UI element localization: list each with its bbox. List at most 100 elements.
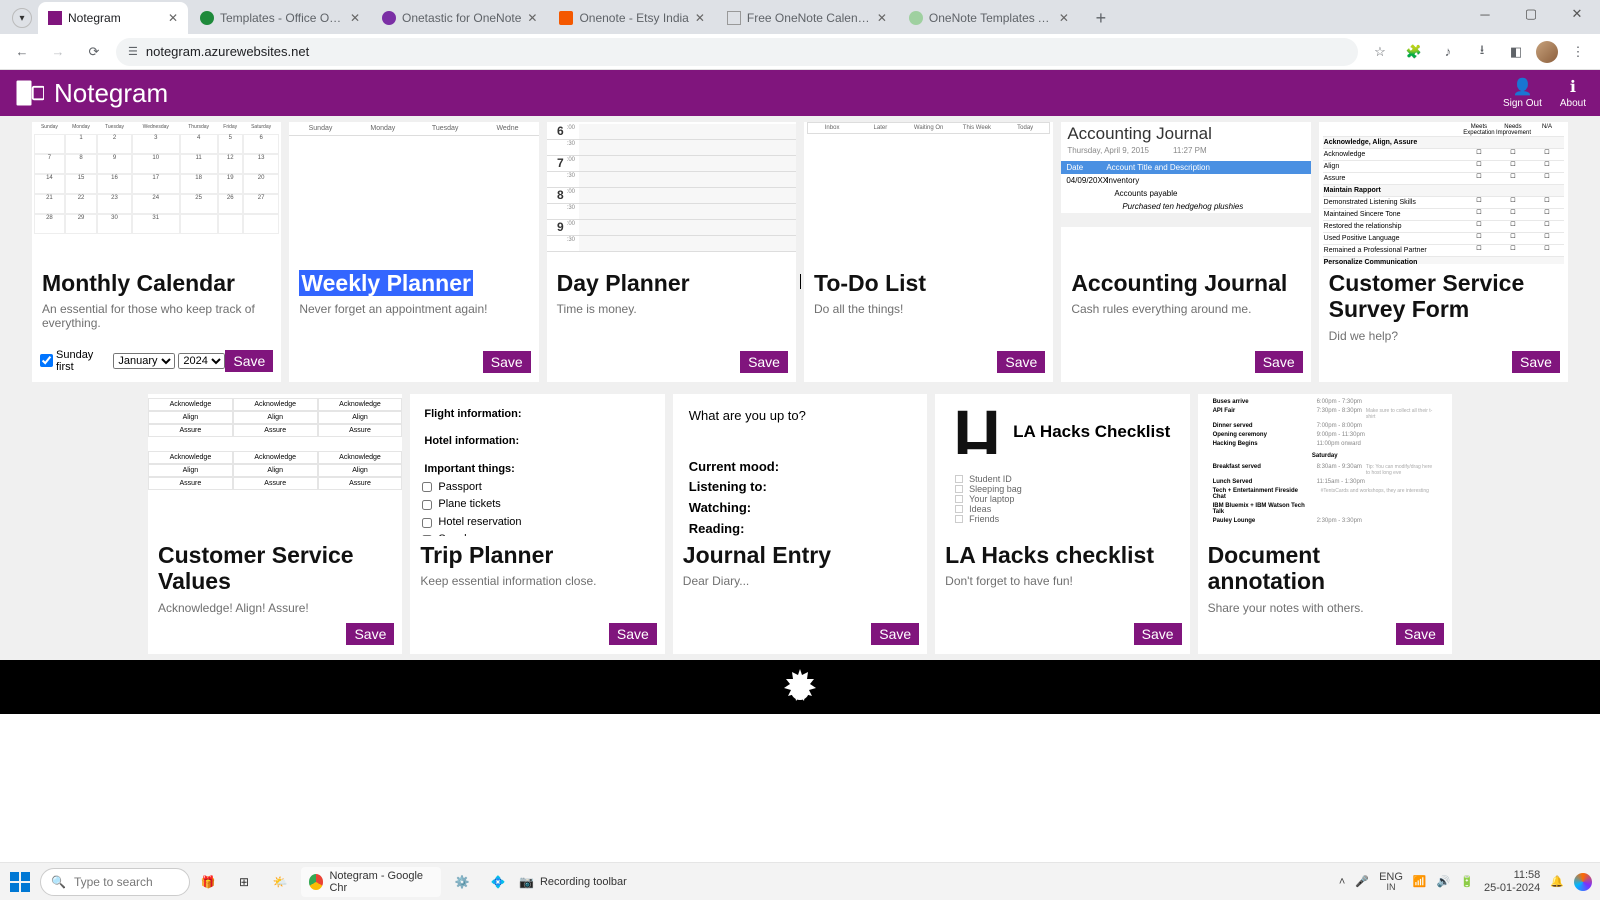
favicon [382, 11, 396, 25]
menu-icon[interactable]: ⋮ [1564, 38, 1592, 66]
month-select[interactable]: January [113, 353, 175, 369]
save-button[interactable]: Save [1255, 351, 1303, 373]
taskbar-app-icon[interactable]: ⚙️ [447, 867, 477, 897]
back-button[interactable]: ← [8, 38, 36, 66]
save-button[interactable]: Save [871, 623, 919, 645]
site-info-icon[interactable]: ☰ [128, 45, 138, 58]
url-text: notegram.azurewebsites.net [146, 44, 309, 59]
card-la-hacks[interactable]: LA Hacks Checklist Student IDSleeping ba… [935, 394, 1189, 654]
url-input[interactable]: ☰ notegram.azurewebsites.net [116, 38, 1358, 66]
panel-icon[interactable]: ◧ [1502, 38, 1530, 66]
new-tab-button[interactable]: + [1087, 4, 1115, 32]
clock[interactable]: 11:58 25-01-2024 [1484, 869, 1540, 893]
about-button[interactable]: ℹ About [1560, 77, 1586, 109]
tab-templates[interactable]: Templates - Office OneNote G ✕ [190, 2, 370, 34]
save-button[interactable]: Save [1396, 623, 1444, 645]
card-trip-planner[interactable]: Flight information: Hotel information: I… [410, 394, 664, 654]
card-title: Document annotation [1208, 542, 1442, 595]
minimize-button[interactable]: ─ [1462, 0, 1508, 28]
close-icon[interactable]: ✕ [1059, 11, 1069, 25]
preview: Sunday Monday Tuesday Wedne [289, 122, 538, 264]
tab-search-icon[interactable]: ▾ [12, 8, 32, 28]
card-description: Acknowledge! Align! Assure! [158, 601, 392, 615]
year-select[interactable]: 2024 [178, 353, 225, 369]
battery-icon[interactable]: 🔋 [1460, 875, 1474, 888]
card-description: Time is money. [557, 302, 786, 316]
preview: Meets ExpectationNeeds ImprovementN/A Ac… [1319, 122, 1568, 264]
save-button[interactable]: Save [740, 351, 788, 373]
close-icon[interactable]: ✕ [168, 11, 178, 25]
recording-toolbar[interactable]: 📷 Recording toolbar [519, 867, 649, 897]
mic-icon[interactable]: 🎤 [1355, 875, 1369, 888]
maximize-button[interactable]: ▢ [1508, 0, 1554, 28]
reload-button[interactable]: ⟳ [80, 38, 108, 66]
card-todo-list[interactable]: InboxLaterWaiting OnThis WeekToday To-Do… [804, 122, 1053, 382]
card-accounting-journal[interactable]: Accounting Journal Thursday, April 9, 20… [1061, 122, 1310, 382]
close-button[interactable]: ✕ [1554, 0, 1600, 28]
close-icon[interactable]: ✕ [350, 11, 360, 25]
save-button[interactable]: Save [346, 623, 394, 645]
sign-out-button[interactable]: 👤 Sign Out [1503, 77, 1542, 109]
chevron-up-icon[interactable]: ˄ [1339, 876, 1345, 888]
save-button[interactable]: Save [997, 351, 1045, 373]
extensions-icon[interactable]: 🧩 [1400, 38, 1428, 66]
card-title: Journal Entry [683, 542, 917, 568]
save-button[interactable]: Save [225, 350, 273, 372]
card-description: Don't forget to have fun! [945, 574, 1179, 588]
tab-notegram[interactable]: Notegram ✕ [38, 2, 188, 34]
volume-icon[interactable]: 🔊 [1437, 875, 1451, 888]
wifi-icon[interactable]: 📶 [1413, 875, 1427, 888]
favicon [200, 11, 214, 25]
profile-avatar[interactable] [1536, 41, 1558, 63]
card-title: Day Planner [557, 270, 786, 296]
start-button[interactable] [8, 870, 32, 894]
card-title: Monthly Calendar [42, 270, 271, 296]
tab-freecal[interactable]: Free OneNote Calendar Temp ✕ [717, 2, 897, 34]
tab-onetastic[interactable]: Onetastic for OneNote ✕ [372, 2, 547, 34]
card-title: Weekly Planner [299, 270, 473, 296]
card-day-planner[interactable]: 6:00 :30 7:00 :30 8:00 :30 9:00 :30 Day … [547, 122, 796, 382]
card-monthly-calendar[interactable]: SundayMondayTuesdayWednesdayThursdayFrid… [32, 122, 281, 382]
la-hacks-logo-icon [953, 406, 1001, 458]
downloads-icon[interactable]: ⭳ [1468, 38, 1496, 66]
taskbar-app-icon[interactable]: 💠 [483, 867, 513, 897]
card-description: An essential for those who keep track of… [42, 302, 271, 330]
bookmark-icon[interactable]: ☆ [1366, 38, 1394, 66]
save-button[interactable]: Save [483, 351, 531, 373]
tab-archives[interactable]: OneNote Templates Archives ✕ [899, 2, 1079, 34]
card-weekly-planner[interactable]: Sunday Monday Tuesday Wedne Weekly Plann… [289, 122, 538, 382]
address-bar: ← → ⟳ ☰ notegram.azurewebsites.net ☆ 🧩 ♪… [0, 34, 1600, 70]
close-icon[interactable]: ✕ [527, 11, 537, 25]
close-icon[interactable]: ✕ [877, 11, 887, 25]
tab-etsy[interactable]: Onenote - Etsy India ✕ [549, 2, 714, 34]
browser-tab-bar: ▾ Notegram ✕ Templates - Office OneNote … [0, 0, 1600, 34]
preview: InboxLaterWaiting OnThis WeekToday [804, 122, 1053, 264]
card-title: Trip Planner [420, 542, 654, 568]
taskbar-search-input[interactable]: 🔍 Type to search [40, 868, 190, 896]
signout-icon: 👤 [1512, 77, 1532, 97]
copilot-icon[interactable] [1574, 873, 1592, 891]
card-title: LA Hacks checklist [945, 542, 1179, 568]
media-icon[interactable]: ♪ [1434, 38, 1462, 66]
preview: 6:00 :30 7:00 :30 8:00 :30 9:00 :30 [547, 122, 796, 264]
notification-icon[interactable]: 🔔 [1550, 875, 1564, 888]
forward-button[interactable]: → [44, 38, 72, 66]
save-button[interactable]: Save [1134, 623, 1182, 645]
preview: Flight information: Hotel information: I… [410, 394, 664, 536]
sunday-first-checkbox[interactable] [40, 354, 53, 367]
close-icon[interactable]: ✕ [695, 11, 705, 25]
card-doc-annotation[interactable]: Buses arrive6:00pm - 7:30pmAPI Fair7:30p… [1198, 394, 1452, 654]
card-description: Did we help? [1329, 329, 1558, 343]
chrome-app-icon[interactable]: Notegram - Google Chr [301, 867, 441, 897]
task-view-icon[interactable]: ⊞ [229, 867, 259, 897]
card-cs-values[interactable]: AcknowledgeAlignAssure AcknowledgeAlignA… [148, 394, 402, 654]
save-button[interactable]: Save [609, 623, 657, 645]
taskbar-app-icon[interactable]: 🎁 [193, 867, 223, 897]
about-icon: ℹ [1570, 77, 1576, 97]
save-button[interactable]: Save [1512, 351, 1560, 373]
card-description: Share your notes with others. [1208, 601, 1442, 615]
card-cs-survey[interactable]: Meets ExpectationNeeds ImprovementN/A Ac… [1319, 122, 1568, 382]
app-logo-icon [14, 78, 44, 108]
weather-icon[interactable]: 🌤️ [265, 867, 295, 897]
card-journal-entry[interactable]: What are you up to? Current mood: Listen… [673, 394, 927, 654]
